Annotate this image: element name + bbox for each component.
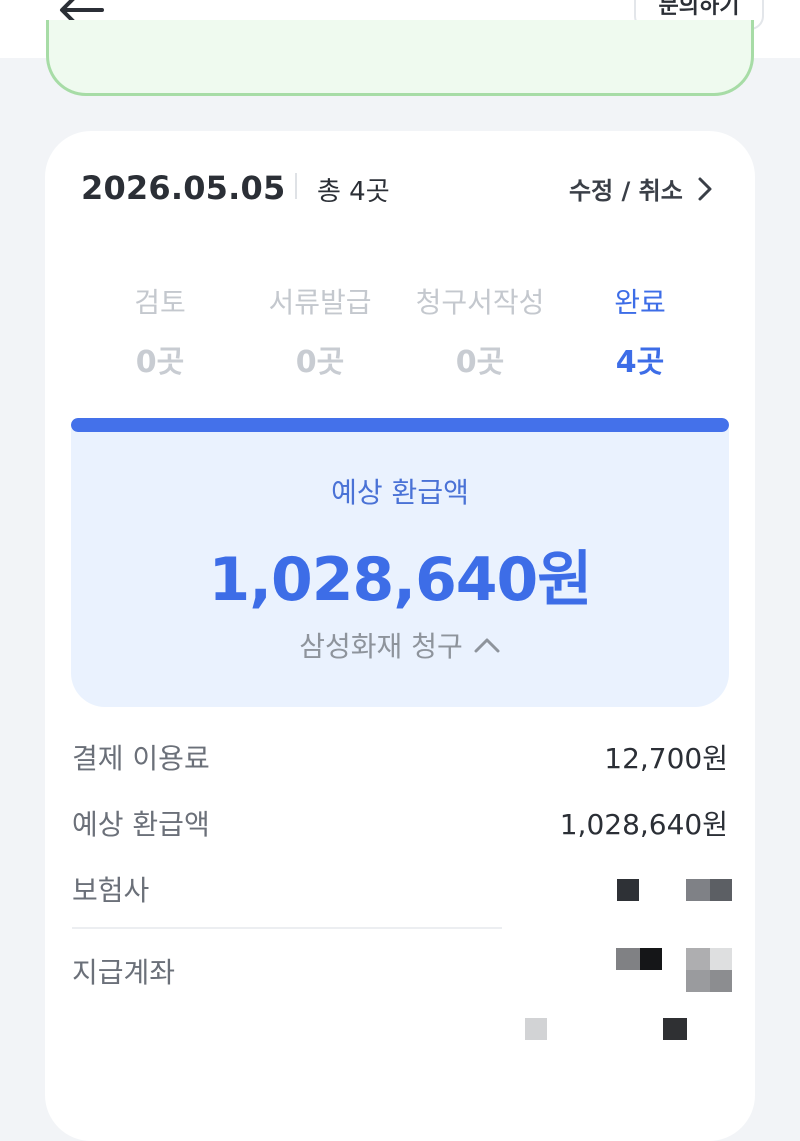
stage-count: 0곳 bbox=[455, 345, 505, 380]
divider bbox=[295, 173, 297, 199]
claim-card: 2026.05.05 총 4곳 수정 / 취소 검토 0곳 서류발급 0곳 청구… bbox=[45, 131, 755, 1141]
stage-name: 완료 bbox=[614, 286, 666, 319]
status-banner bbox=[46, 20, 754, 96]
stage-documents: 서류발급 0곳 bbox=[240, 281, 400, 381]
insurer-claim-label: 삼성화재 청구 bbox=[299, 630, 463, 663]
refund-summary: 예상 환급액 1,028,640원 삼성화재 청구 bbox=[71, 425, 729, 707]
progress-bar bbox=[71, 418, 729, 432]
claim-date: 2026.05.05 bbox=[81, 169, 286, 207]
refund-label: 예상 환급액 bbox=[331, 476, 469, 509]
stage-name: 검토 bbox=[134, 286, 186, 319]
detail-label: 지급계좌 bbox=[72, 956, 176, 989]
stage-count: 4곳 bbox=[615, 345, 665, 380]
progress-fill bbox=[71, 418, 729, 432]
detail-value: 1,028,640원 bbox=[559, 808, 728, 841]
chevron-right-icon bbox=[698, 177, 712, 200]
detail-label: 결제 이용료 bbox=[72, 742, 210, 775]
refund-amount: 1,028,640원 bbox=[208, 545, 592, 615]
edit-cancel-label: 수정 / 취소 bbox=[569, 177, 683, 205]
total-count: 총 4곳 bbox=[317, 177, 390, 207]
stage-count: 0곳 bbox=[135, 345, 185, 380]
divider bbox=[72, 927, 502, 929]
stage-review: 검토 0곳 bbox=[80, 281, 240, 381]
chevron-up-icon bbox=[474, 638, 500, 653]
stage-claim-writing: 청구서작성 0곳 bbox=[400, 281, 560, 381]
stage-count: 0곳 bbox=[295, 345, 345, 380]
edit-cancel-link[interactable]: 수정 / 취소 bbox=[569, 171, 715, 206]
detail-label: 예상 환급액 bbox=[72, 808, 210, 841]
detail-label: 보험사 bbox=[72, 874, 150, 907]
stage-name: 서류발급 bbox=[268, 286, 372, 319]
stage-name: 청구서작성 bbox=[415, 286, 545, 319]
stage-complete: 완료 4곳 bbox=[560, 281, 720, 381]
detail-value: 12,700원 bbox=[604, 742, 728, 775]
insurer-claim-toggle[interactable]: 삼성화재 청구 bbox=[71, 625, 729, 665]
